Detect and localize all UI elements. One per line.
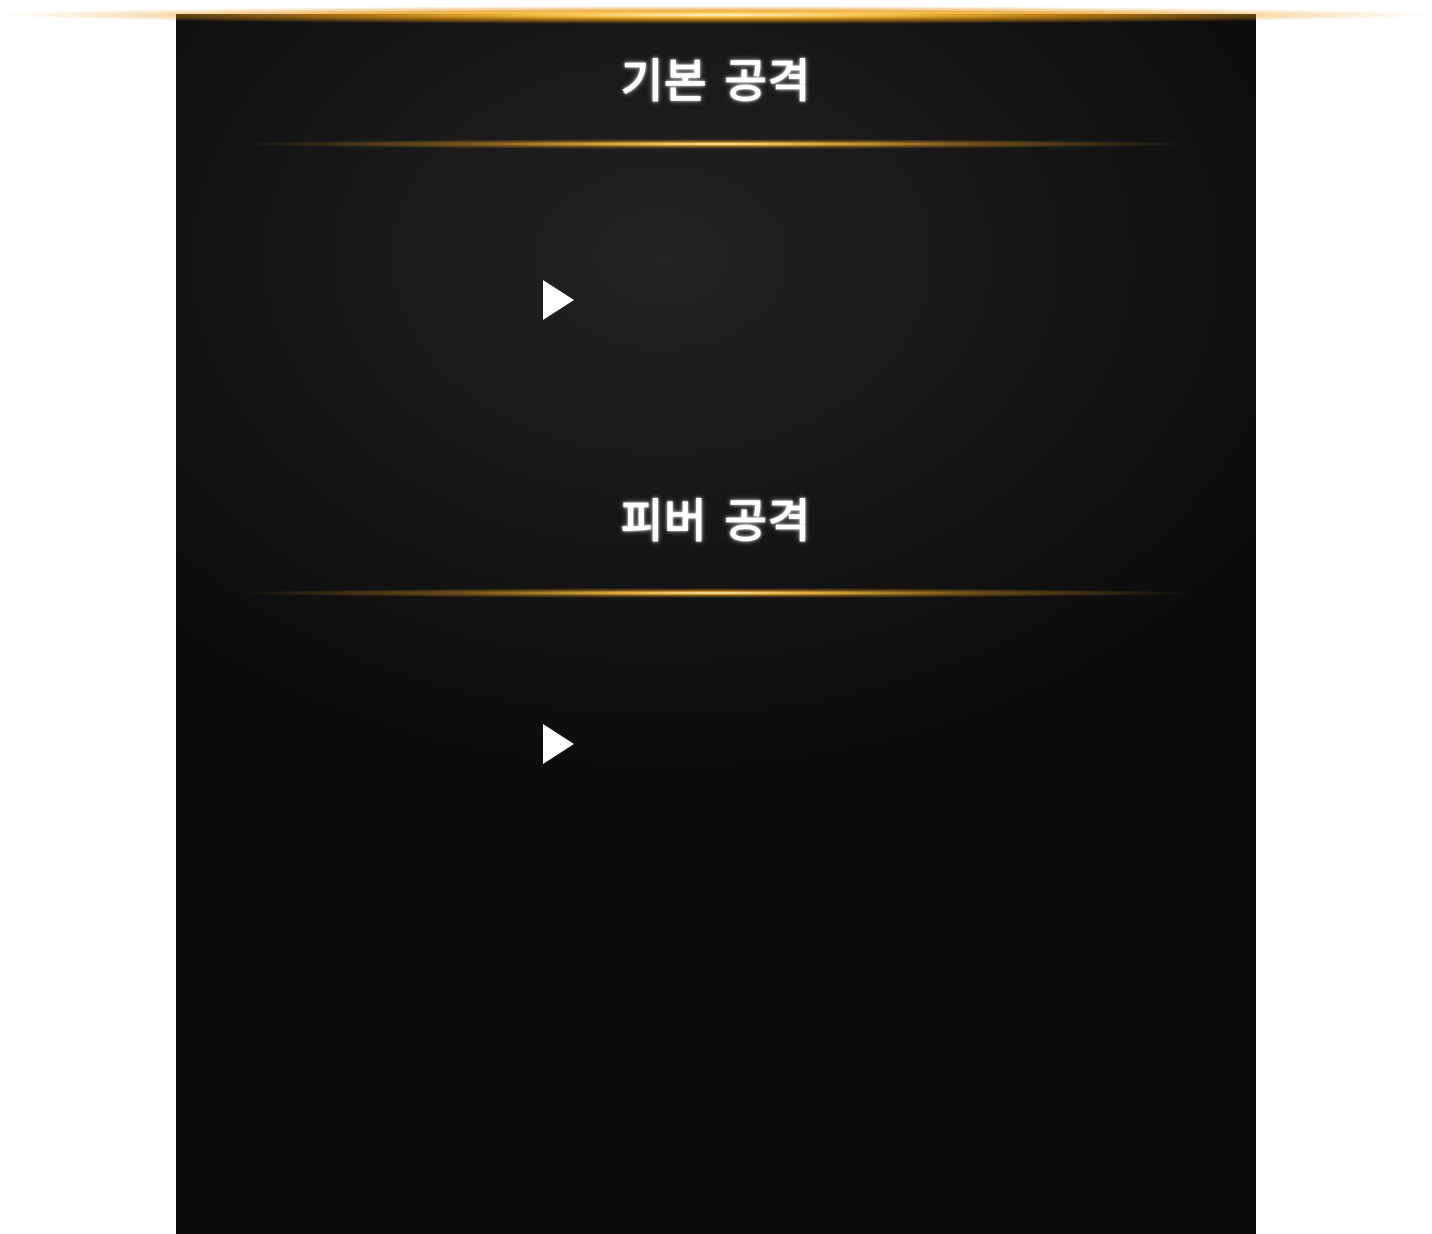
basic-attack-title: 기본 공격 <box>620 54 812 108</box>
basic-attack-divider <box>236 139 1196 149</box>
fever-attack-title: 피버 공격 <box>620 494 812 548</box>
fever-attack-divider <box>236 588 1196 598</box>
basic-attack-play-icon[interactable] <box>543 280 574 320</box>
top-glow-divider <box>0 0 1432 30</box>
attack-video-panel: 기본 공격 피버 공격 <box>176 14 1256 1234</box>
fever-attack-play-icon[interactable] <box>543 724 574 764</box>
